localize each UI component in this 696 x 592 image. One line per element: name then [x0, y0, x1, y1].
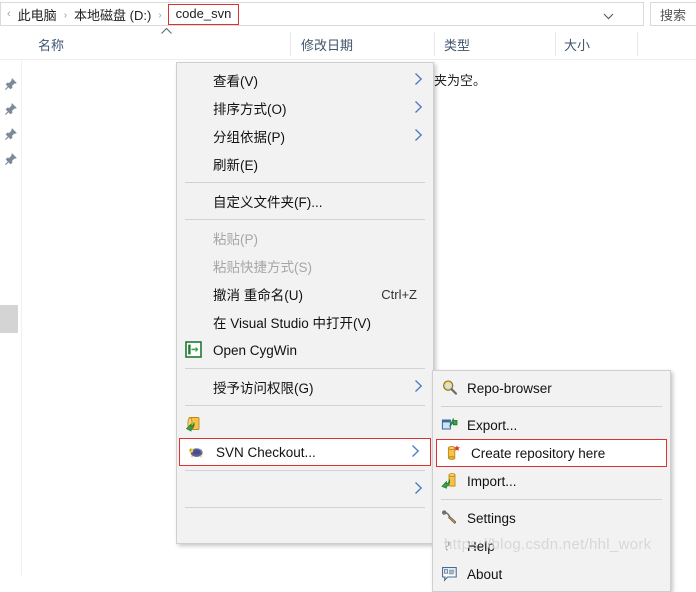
menu-separator [185, 219, 425, 220]
menu-separator [185, 470, 425, 471]
menu-item-label: 自定义文件夹(F)... [213, 195, 323, 210]
menu-item-label: Open CygWin [213, 342, 298, 358]
sort-ascending-icon [160, 27, 173, 37]
breadcrumb-item-local-disk-d[interactable]: 本地磁盘 (D:) [71, 5, 154, 24]
create-repo-icon [445, 444, 463, 462]
svg-text:?: ? [444, 540, 450, 555]
address-bar: ‹ 此电脑 › 本地磁盘 (D:) › code_svn 搜索 [0, 0, 696, 28]
chevron-right-icon [414, 73, 423, 88]
chevron-right-icon [414, 380, 423, 395]
submenu-item-help[interactable]: ? Help [433, 532, 670, 560]
breadcrumb-item-this-pc[interactable]: 此电脑 [15, 5, 60, 24]
menu-item-view[interactable]: 查看(V) [177, 66, 433, 94]
context-menu[interactable]: 查看(V) 排序方式(O) 分组依据(P) 刷新(E) 自定义文件夹(F)...… [176, 62, 434, 544]
menu-separator [185, 368, 425, 369]
menu-item-label: 粘贴(P) [213, 232, 258, 247]
cygwin-icon [185, 341, 203, 359]
menu-item-svn-checkout[interactable] [177, 410, 433, 438]
menu-item-accelerator: Ctrl+Z [381, 286, 417, 302]
menu-item-customize-folder[interactable]: 自定义文件夹(F)... [177, 187, 433, 215]
menu-item-label: 在 Visual Studio 中打开(V) [213, 316, 372, 331]
submenu-separator [441, 406, 662, 407]
breadcrumb-separator-1[interactable]: › [60, 10, 71, 21]
tortoise-icon [188, 443, 206, 461]
submenu-separator [441, 499, 662, 500]
chevron-right-icon [414, 482, 423, 497]
submenu-item-label: Import... [467, 473, 517, 489]
menu-item-group-by[interactable]: 分组依据(P) [177, 122, 433, 150]
menu-separator [185, 182, 425, 183]
submenu-item-label: Settings [467, 510, 516, 526]
column-header-type[interactable]: 类型 [444, 28, 470, 60]
menu-item-label: 粘贴快捷方式(S) [213, 260, 312, 275]
repo-browser-icon [441, 379, 459, 397]
menu-item-new[interactable] [177, 475, 433, 503]
menu-item-refresh[interactable]: 刷新(E) [177, 150, 433, 178]
submenu-item-repo-browser[interactable]: Repo-browser [433, 374, 670, 402]
export-icon [441, 416, 459, 434]
submenu-item-settings[interactable]: Settings [433, 504, 670, 532]
pin-icon[interactable] [4, 103, 17, 116]
submenu-item-label: About [467, 566, 503, 582]
about-icon [441, 565, 459, 583]
menu-item-paste: 粘贴(P) [177, 224, 433, 252]
menu-separator [185, 405, 425, 406]
submenu-item-about[interactable]: About [433, 560, 670, 588]
column-divider-4[interactable] [637, 32, 638, 56]
column-divider-2[interactable] [434, 32, 435, 56]
column-divider-1[interactable] [290, 32, 291, 56]
submenu-item-create-repository-here[interactable]: Create repository here [436, 439, 667, 467]
menu-item-sort-by[interactable]: 排序方式(O) [177, 94, 433, 122]
column-header-name[interactable]: 名称 [38, 28, 64, 60]
chevron-right-icon [411, 445, 420, 460]
menu-item-label: 授予访问权限(G) [213, 381, 314, 396]
chevron-right-icon [414, 129, 423, 144]
column-header-row: 名称 修改日期 类型 大小 [0, 28, 696, 60]
menu-item-label: 刷新(E) [213, 158, 258, 173]
nav-scrollbar-thumb[interactable] [0, 305, 18, 333]
svn-checkout-icon [185, 415, 203, 433]
breadcrumb: ‹ 此电脑 › 本地磁盘 (D:) › code_svn [7, 3, 240, 25]
breadcrumb-separator-2[interactable]: › [154, 10, 165, 21]
menu-item-open-cygwin[interactable]: Open CygWin [177, 336, 433, 364]
menu-item-grant-access[interactable]: 授予访问权限(G) [177, 373, 433, 401]
column-divider-3[interactable] [555, 32, 556, 56]
menu-item-open-in-visual-studio[interactable]: 在 Visual Studio 中打开(V) [177, 308, 433, 336]
menu-item-paste-shortcut: 粘贴快捷方式(S) [177, 252, 433, 280]
pin-icon[interactable] [4, 153, 17, 166]
menu-separator [185, 507, 425, 508]
submenu-item-export[interactable]: Export... [433, 411, 670, 439]
help-icon: ? [441, 537, 459, 555]
submenu-item-import[interactable]: Import... [433, 467, 670, 495]
menu-item-label: 查看(V) [213, 74, 258, 89]
menu-item-label: 撤消 重命名(U) [213, 288, 303, 303]
back-caret-icon: ‹ [7, 8, 11, 20]
menu-item-label: 分组依据(P) [213, 130, 285, 145]
pin-icon[interactable] [4, 78, 17, 91]
submenu-item-label: Help [467, 538, 495, 554]
header-underline [0, 59, 696, 60]
chevron-right-icon [414, 101, 423, 116]
menu-item-label: 排序方式(O) [213, 102, 287, 117]
menu-item-label: SVN Checkout... [216, 444, 316, 460]
breadcrumb-item-code-svn[interactable]: code_svn [167, 3, 240, 25]
settings-icon [441, 509, 459, 527]
menu-item-undo-rename[interactable]: 撤消 重命名(U) Ctrl+Z [177, 280, 433, 308]
pin-icon[interactable] [4, 128, 17, 141]
submenu-item-label: Create repository here [471, 445, 606, 461]
search-input[interactable]: 搜索 [650, 2, 696, 26]
tortoisesvn-submenu[interactable]: Repo-browser Export... Create repository… [432, 370, 671, 592]
import-icon [441, 472, 459, 490]
column-header-date-modified[interactable]: 修改日期 [301, 28, 353, 60]
column-header-size[interactable]: 大小 [564, 28, 590, 60]
menu-item-tortoisesvn[interactable]: SVN Checkout... [179, 438, 431, 466]
nav-pane-divider [21, 60, 22, 575]
breadcrumb-bar[interactable]: ‹ 此电脑 › 本地磁盘 (D:) › code_svn [0, 2, 644, 26]
address-dropdown-icon[interactable] [599, 7, 617, 25]
submenu-item-label: Repo-browser [467, 380, 552, 396]
menu-item-properties[interactable] [177, 512, 433, 540]
submenu-item-label: Export... [467, 417, 518, 433]
